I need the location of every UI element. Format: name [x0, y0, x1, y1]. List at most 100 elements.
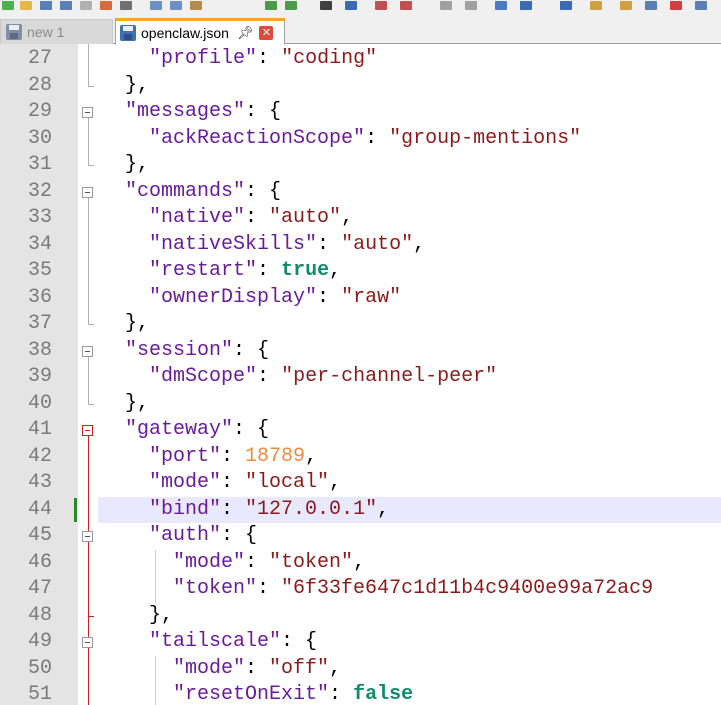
code-line[interactable]: 45 "auth": {: [0, 523, 721, 550]
line-number: 50: [27, 656, 52, 680]
code-text[interactable]: "session": {: [101, 338, 269, 365]
line-number: 35: [27, 259, 52, 282]
code-line[interactable]: 33 "native": "auto",: [0, 205, 721, 232]
code-text[interactable]: "messages": {: [101, 99, 281, 126]
code-text[interactable]: "ackReactionScope": "group-mentions": [101, 126, 581, 153]
code-text[interactable]: },: [101, 391, 149, 418]
tab-openclaw-json[interactable]: openclaw.json 📌︎ ✕: [115, 18, 285, 45]
code-line[interactable]: 41 "gateway": {: [0, 417, 721, 444]
code-line[interactable]: 39 "dmScope": "per-channel-peer": [0, 364, 721, 391]
code-token: "6f33fe647c1d11b4c9400e99a72ac9: [281, 577, 654, 600]
code-text[interactable]: "bind": "127.0.0.1",: [101, 497, 389, 524]
zoom-in-icon[interactable]: [375, 1, 387, 10]
code-line[interactable]: 44 "bind": "127.0.0.1",: [0, 496, 721, 524]
code-line[interactable]: 42 "port": 18789,: [0, 444, 721, 471]
code-text[interactable]: "token": "6f33fe647c1d11b4c9400e99a72ac9: [101, 576, 653, 603]
code-text[interactable]: "nativeSkills": "auto",: [101, 232, 425, 259]
folder-workspace-icon[interactable]: [620, 1, 632, 10]
code-text[interactable]: "profile": "coding": [101, 46, 377, 73]
code-text[interactable]: "commands": {: [101, 179, 281, 206]
code-line[interactable]: 31 },: [0, 152, 721, 179]
code-editor[interactable]: 27 "profile": "coding" 28 }, 29 "messages"…: [0, 44, 721, 705]
function-list-icon[interactable]: [590, 1, 602, 10]
code-text[interactable]: },: [101, 311, 149, 338]
code-text[interactable]: "mode": "token",: [101, 550, 365, 577]
code-line[interactable]: 28 },: [0, 73, 721, 100]
monitor-icon[interactable]: [645, 1, 657, 10]
redo-icon[interactable]: [285, 1, 297, 10]
code-text[interactable]: "gateway": {: [101, 417, 269, 444]
code-token: ,: [305, 444, 318, 468]
close-file-icon[interactable]: [80, 1, 92, 10]
code-line[interactable]: 49 "tailscale": {: [0, 629, 721, 656]
zoom-out-icon[interactable]: [400, 1, 412, 10]
indent-guide-icon[interactable]: [495, 1, 507, 10]
paste-icon[interactable]: [190, 1, 202, 10]
save-all-icon[interactable]: [60, 1, 72, 10]
code-text[interactable]: "port": 18789,: [101, 444, 317, 471]
fold-toggle-icon[interactable]: [82, 107, 93, 118]
code-line[interactable]: 47 "token": "6f33fe647c1d11b4c9400e99a72…: [0, 576, 721, 603]
code-line[interactable]: 30 "ackReactionScope": "group-mentions": [0, 126, 721, 153]
code-token: : {: [221, 524, 258, 547]
code-text[interactable]: "restart": true,: [101, 258, 341, 285]
tab-new-1[interactable]: new 1: [0, 19, 113, 44]
word-wrap-icon[interactable]: [465, 1, 477, 10]
code-line[interactable]: 32 "commands": {: [0, 179, 721, 206]
cut-icon[interactable]: [150, 1, 162, 10]
code-token: : {: [245, 100, 282, 123]
pin-icon[interactable]: 📌︎: [237, 25, 254, 41]
code-token: "mode": [173, 656, 246, 680]
code-line[interactable]: 46 "mode": "token",: [0, 550, 721, 577]
code-text[interactable]: "auth": {: [101, 523, 257, 550]
code-text[interactable]: "tailscale": {: [101, 629, 317, 656]
doc-map-icon[interactable]: [560, 1, 572, 10]
fold-toggle-icon[interactable]: [82, 531, 93, 542]
sync-scroll-icon[interactable]: [440, 1, 452, 10]
code-line[interactable]: 34 "nativeSkills": "auto",: [0, 232, 721, 259]
code-text[interactable]: "mode": "local",: [101, 470, 341, 497]
code-text[interactable]: "mode": "off",: [101, 656, 341, 683]
save-icon[interactable]: [40, 1, 52, 10]
code-text[interactable]: },: [101, 152, 149, 179]
new-file-icon[interactable]: [2, 1, 14, 10]
fold-toggle-icon[interactable]: [82, 186, 93, 198]
find-icon[interactable]: [320, 1, 332, 10]
code-line[interactable]: 37 },: [0, 311, 721, 338]
fold-toggle-icon[interactable]: [82, 345, 93, 357]
code-line[interactable]: 27 "profile": "coding": [0, 46, 721, 73]
code-text[interactable]: "resetOnExit": false: [101, 682, 413, 705]
code-line[interactable]: 43 "mode": "local",: [0, 470, 721, 497]
undo-icon[interactable]: [265, 1, 277, 10]
code-line[interactable]: 50 "mode": "off",: [0, 656, 721, 683]
code-line[interactable]: 48 },: [0, 603, 721, 630]
code-line[interactable]: 38 "session": {: [0, 338, 721, 365]
record-macro-icon[interactable]: [670, 1, 682, 10]
show-all-chars-icon[interactable]: [520, 1, 532, 10]
close-all-icon[interactable]: [100, 1, 112, 10]
code-text[interactable]: },: [101, 603, 173, 630]
copy-icon[interactable]: [170, 1, 182, 10]
fold-toggle-icon[interactable]: [82, 425, 93, 436]
code-line[interactable]: 36 "ownerDisplay": "raw": [0, 285, 721, 312]
indent-guide: [155, 549, 156, 603]
code-text[interactable]: "ownerDisplay": "raw": [101, 285, 401, 312]
open-file-icon[interactable]: [20, 1, 32, 10]
code-line[interactable]: 40 },: [0, 391, 721, 418]
code-text[interactable]: "dmScope": "per-channel-peer": [101, 364, 497, 391]
play-macro-icon[interactable]: [695, 1, 707, 10]
replace-icon[interactable]: [345, 1, 357, 10]
print-icon[interactable]: [120, 1, 132, 10]
code-line[interactable]: 51 "resetOnExit": false: [0, 682, 721, 705]
fold-toggle-icon[interactable]: [82, 637, 93, 648]
code-line[interactable]: 29 "messages": {: [0, 99, 721, 126]
code-text[interactable]: "native": "auto",: [101, 205, 353, 232]
close-tab-icon[interactable]: ✕: [259, 25, 274, 40]
code-line[interactable]: 35 "restart": true,: [0, 258, 721, 285]
code-text[interactable]: },: [101, 73, 149, 100]
